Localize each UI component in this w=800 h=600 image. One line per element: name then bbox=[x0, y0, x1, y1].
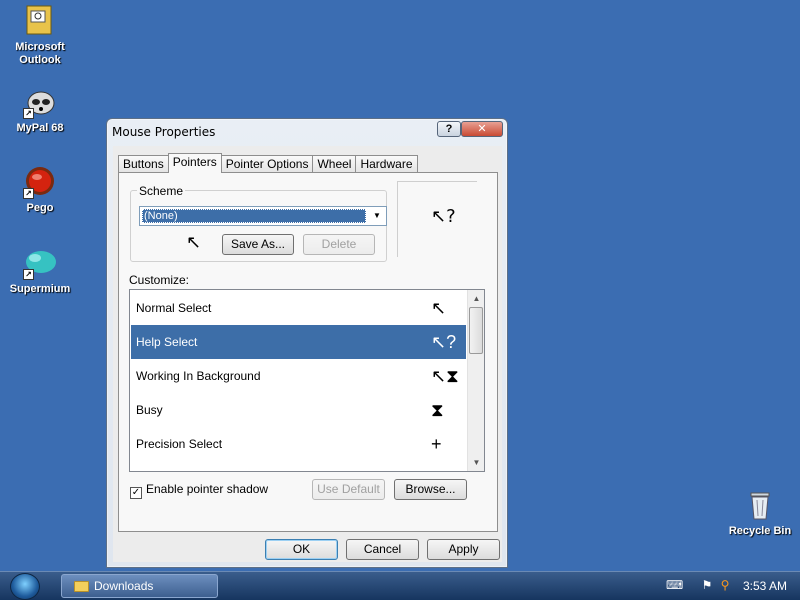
search-icon[interactable]: ⚲ bbox=[718, 578, 732, 592]
tab-buttons[interactable]: Buttons bbox=[118, 155, 169, 173]
mouse-pointer-icon: ↖ bbox=[186, 232, 202, 252]
shortcut-arrow-icon: ↗ bbox=[23, 269, 34, 280]
shortcut-arrow-icon: ↗ bbox=[23, 108, 34, 119]
taskbar-item-downloads[interactable]: Downloads bbox=[61, 574, 218, 598]
tab-pointer-options[interactable]: Pointer Options bbox=[220, 155, 314, 173]
vertical-scrollbar[interactable]: ▲ ▼ bbox=[467, 290, 484, 471]
desktop-icon-label: Pego bbox=[26, 202, 54, 214]
mouse-properties-dialog: Mouse Properties ? ✕ Buttons Pointers Po… bbox=[106, 118, 508, 568]
desktop-icon-label: Microsoft bbox=[15, 41, 65, 53]
browse-button[interactable]: Browse... bbox=[394, 479, 467, 500]
scroll-down-icon[interactable]: ▼ bbox=[469, 455, 484, 470]
scheme-dropdown[interactable]: (None) ▼ bbox=[139, 206, 387, 226]
pointer-list[interactable]: Normal Select ↖ Help Select ↖? Working I… bbox=[129, 289, 485, 472]
clock[interactable]: 3:53 AM bbox=[743, 579, 787, 593]
pointer-name: Working In Background bbox=[136, 369, 261, 383]
pointer-name: Precision Select bbox=[136, 437, 223, 451]
chevron-down-icon[interactable]: ▼ bbox=[370, 210, 384, 222]
scroll-up-icon[interactable]: ▲ bbox=[469, 291, 484, 306]
tab-wheel[interactable]: Wheel bbox=[312, 155, 357, 173]
keyboard-icon[interactable]: ⌨ bbox=[666, 578, 683, 592]
taskbar: Downloads ⌨ ⚑ ⚲ 3:53 AM bbox=[0, 571, 800, 600]
tab-pointers[interactable]: Pointers bbox=[167, 153, 222, 173]
list-item[interactable]: Normal Select ↖ bbox=[131, 291, 466, 325]
folder-icon bbox=[74, 581, 89, 592]
cursor-preview: ↖? bbox=[397, 181, 477, 257]
arrow-cursor-icon: ↖ bbox=[431, 298, 447, 318]
scrollbar-thumb[interactable] bbox=[469, 307, 483, 354]
recycle-bin-icon bbox=[743, 488, 777, 522]
list-item[interactable]: Precision Select + bbox=[131, 427, 466, 461]
desktop-icon-pego[interactable]: ↗ Pego bbox=[0, 165, 80, 215]
desktop-icon-label: Recycle Bin bbox=[728, 525, 792, 537]
scheme-label: Scheme bbox=[137, 184, 186, 198]
close-button[interactable]: ✕ bbox=[461, 121, 503, 137]
network-icon[interactable]: ⚑ bbox=[700, 578, 714, 592]
raccoon-icon: ↗ bbox=[23, 85, 57, 119]
list-item-selected[interactable]: Help Select ↖? bbox=[131, 325, 466, 359]
desktop-icon-label: MyPal 68 bbox=[16, 122, 64, 134]
desktop-icon-outlook[interactable]: Microsoft Outlook bbox=[0, 4, 80, 67]
customize-label: Customize: bbox=[129, 273, 190, 287]
use-default-button[interactable]: Use Default bbox=[312, 479, 385, 500]
shortcut-arrow-icon: ↗ bbox=[23, 188, 34, 199]
taskbar-item-label: Downloads bbox=[94, 579, 154, 593]
crosshair-cursor-icon: + bbox=[431, 434, 442, 454]
scheme-groupbox: Scheme (None) ▼ Save As... Delete bbox=[130, 184, 387, 262]
enable-shadow-row[interactable]: ✓ Enable pointer shadow bbox=[130, 482, 268, 499]
hourglass-cursor-icon: ⧗ bbox=[431, 400, 444, 420]
ok-button[interactable]: OK bbox=[265, 539, 338, 560]
pointers-tab-panel: Scheme (None) ▼ Save As... Delete ↖? Cus… bbox=[118, 172, 498, 532]
list-item[interactable]: Busy ⧗ bbox=[131, 393, 466, 427]
desktop-icon-label: Outlook bbox=[19, 54, 61, 66]
dialog-title: Mouse Properties bbox=[112, 125, 216, 139]
help-cursor-icon: ↖? bbox=[431, 206, 456, 227]
pointer-name: Busy bbox=[136, 403, 163, 417]
desktop-icon-supermium[interactable]: ↗ Supermium bbox=[0, 246, 80, 296]
tab-hardware[interactable]: Hardware bbox=[355, 155, 418, 173]
help-button[interactable]: ? bbox=[437, 121, 461, 137]
desktop-icon-mypal[interactable]: ↗ MyPal 68 bbox=[0, 85, 80, 135]
enable-shadow-label: Enable pointer shadow bbox=[146, 482, 269, 496]
working-cursor-icon: ↖⧗ bbox=[431, 366, 459, 386]
outlook-icon bbox=[23, 4, 57, 38]
dialog-client-area: Buttons Pointers Pointer Options Wheel H… bbox=[113, 146, 502, 562]
list-item[interactable]: Working In Background ↖⧗ bbox=[131, 359, 466, 393]
red-orb-icon: ↗ bbox=[23, 165, 57, 199]
cancel-button[interactable]: Cancel bbox=[346, 539, 419, 560]
pointer-name: Normal Select bbox=[136, 301, 212, 315]
enable-shadow-checkbox[interactable]: ✓ bbox=[130, 487, 142, 499]
desktop-icon-label: Supermium bbox=[9, 283, 71, 295]
apply-button[interactable]: Apply bbox=[427, 539, 500, 560]
start-button[interactable] bbox=[10, 573, 40, 600]
tab-strip: Buttons Pointers Pointer Options Wheel H… bbox=[118, 153, 418, 173]
cloud-browser-icon: ↗ bbox=[23, 246, 57, 280]
pointer-name: Help Select bbox=[136, 335, 198, 349]
save-as-button[interactable]: Save As... bbox=[222, 234, 294, 255]
scheme-selected-value: (None) bbox=[142, 209, 366, 223]
help-cursor-icon: ↖? bbox=[431, 332, 457, 352]
delete-button[interactable]: Delete bbox=[303, 234, 375, 255]
desktop-icon-recycle-bin[interactable]: Recycle Bin bbox=[720, 488, 800, 538]
